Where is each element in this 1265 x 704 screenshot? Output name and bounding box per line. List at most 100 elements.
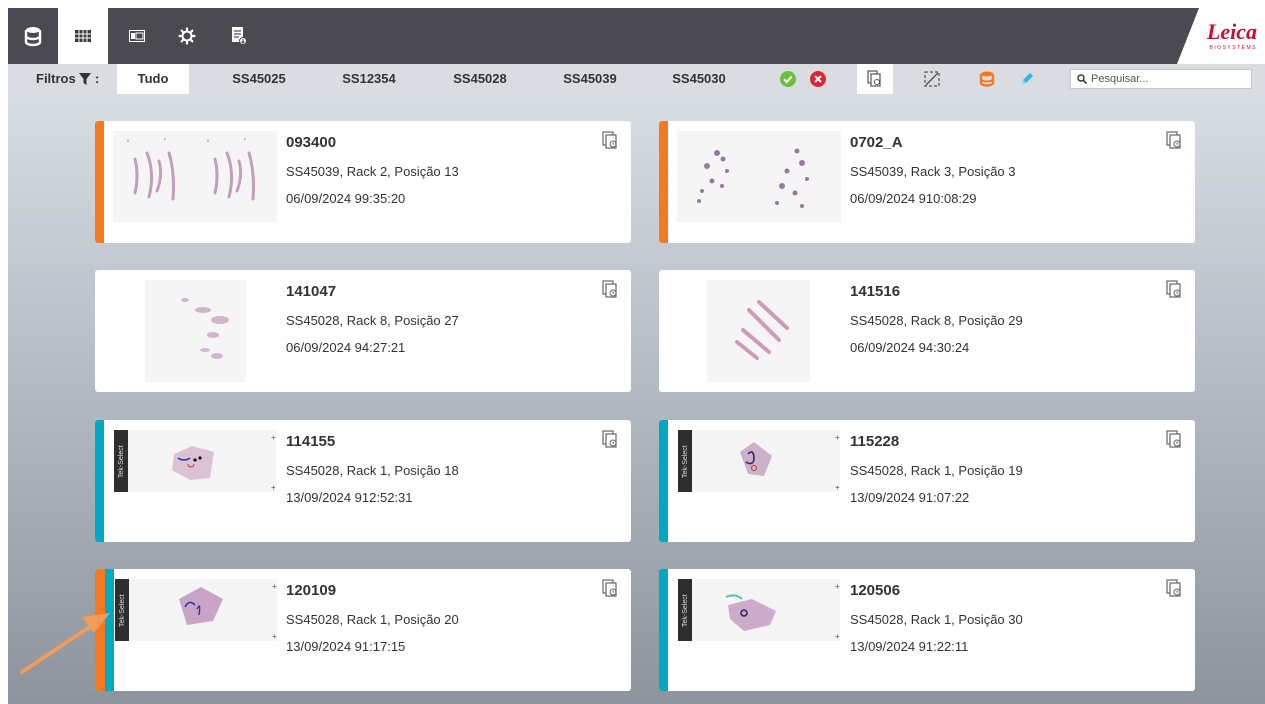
slide-thumbnail[interactable]: Tek-Select + + — [678, 579, 840, 641]
slide-timestamp: 06/09/2024 94:30:24 — [850, 340, 970, 355]
top-toolbar: Leica BIOSYSTEMS — [8, 8, 1265, 64]
slide-location: SS45028, Rack 8, Posição 29 — [850, 313, 1023, 328]
slide-name: 114155 — [286, 433, 336, 450]
slide-name: 120109 — [286, 582, 337, 599]
slide-label-text: Tek-Select — [118, 445, 125, 478]
slide-location: SS45039, Rack 3, Posição 3 — [850, 164, 1016, 179]
filter-tab-ss45025[interactable]: SS45025 — [224, 64, 294, 94]
slide-card[interactable]: Tek-Select + + 115228 SS45028, Rack 1, Po… — [659, 420, 1195, 542]
slide-thumbnail[interactable] — [113, 131, 277, 222]
svg-text:+: + — [272, 632, 277, 641]
filter-tab-ss12354[interactable]: SS12354 — [334, 64, 404, 94]
svg-text:+: + — [835, 433, 840, 442]
filter-tab-ss45030[interactable]: SS45030 — [664, 64, 734, 94]
slide-location: SS45028, Rack 8, Posição 27 — [286, 313, 459, 328]
filter-separator: : — [94, 71, 100, 86]
slide-name: 0702_A — [850, 134, 903, 151]
slide-label-text: Tek-Select — [119, 594, 126, 627]
filter-tab-label: SS12354 — [342, 71, 396, 86]
slide-thumbnail[interactable] — [145, 280, 246, 382]
svg-text:+: + — [271, 483, 276, 492]
filter-tab-label: SS45025 — [232, 71, 286, 86]
copy-status-icon[interactable] — [857, 64, 893, 94]
slide-timestamp: 06/09/2024 94:27:21 — [286, 340, 406, 355]
leica-biosystems-logo: Leica BIOSYSTEMS — [1177, 8, 1265, 64]
annotation-arrow-icon — [20, 613, 110, 674]
slide-thumbnail[interactable]: Tek-Select + + — [114, 430, 276, 492]
copy-status-icon[interactable] — [602, 579, 622, 599]
copy-status-icon[interactable] — [1166, 131, 1186, 151]
slide-thumbnail[interactable]: Tek-Select + + — [115, 579, 277, 641]
filter-label-text: Filtros — [36, 71, 76, 86]
copy-status-icon[interactable] — [602, 131, 622, 151]
slide-card[interactable]: 0702_A SS45039, Rack 3, Posição 3 06/09/… — [659, 121, 1195, 243]
slide-card[interactable]: Tek-Select + + 120109 SS45028, Rack 1, Po… — [95, 569, 631, 691]
logo-wordmark: Leica — [1206, 18, 1257, 44]
error-icon[interactable] — [808, 69, 828, 89]
slide-location: SS45028, Rack 1, Posição 18 — [286, 463, 459, 478]
no-capture-icon[interactable] — [922, 69, 942, 89]
slide-thumbnail[interactable] — [677, 131, 841, 222]
svg-text:+: + — [835, 632, 840, 641]
copy-status-icon[interactable] — [1166, 430, 1186, 450]
logo-subtitle: BIOSYSTEMS — [1209, 44, 1257, 51]
svg-text:+: + — [835, 483, 840, 492]
search-input[interactable] — [1091, 73, 1251, 85]
slide-name: 141516 — [850, 283, 901, 300]
slide-card[interactable]: 141516 SS45028, Rack 8, Posição 29 06/09… — [659, 270, 1195, 392]
slide-location: SS45028, Rack 1, Posição 30 — [850, 612, 1023, 627]
copy-status-icon[interactable] — [1166, 579, 1186, 599]
slide-thumbnail[interactable]: Tek-Select + + — [678, 430, 840, 492]
copy-status-icon[interactable] — [602, 430, 622, 450]
filter-tab-label: Tudo — [137, 71, 169, 86]
slide-view-icon[interactable] — [112, 8, 162, 64]
slide-location: SS45039, Rack 2, Posição 13 — [286, 164, 459, 179]
filter-tab-all[interactable]: Tudo — [117, 64, 189, 94]
svg-text:+: + — [835, 582, 840, 591]
check-icon[interactable] — [778, 69, 798, 89]
status-stripe — [95, 121, 104, 243]
search-box[interactable] — [1070, 69, 1252, 89]
filter-tab-label: SS45028 — [453, 71, 507, 86]
edit-pen-icon[interactable] — [1017, 69, 1037, 89]
filter-label: Filtros : — [36, 64, 99, 94]
slide-timestamp: 13/09/2024 91:17:15 — [286, 639, 406, 654]
slide-location: SS45028, Rack 1, Posição 20 — [286, 612, 459, 627]
status-stripe — [659, 121, 668, 243]
status-stripe — [659, 569, 668, 691]
svg-text:+: + — [272, 582, 277, 591]
slide-timestamp: 06/09/2024 910:08:29 — [850, 191, 977, 206]
search-icon — [1077, 72, 1088, 87]
slide-name: 093400 — [286, 134, 337, 151]
copy-status-icon[interactable] — [1166, 280, 1186, 300]
slide-name: 120506 — [850, 582, 901, 599]
slide-card[interactable]: 093400 SS45039, Rack 2, Posição 13 06/09… — [95, 121, 631, 243]
status-stripe — [659, 420, 668, 542]
filter-tab-ss45028[interactable]: SS45028 — [445, 64, 515, 94]
slide-card[interactable]: Tek-Select + + 120506 SS45028, Rack 1, Po… — [659, 569, 1195, 691]
slide-card[interactable]: 141047 SS45028, Rack 8, Posição 27 06/09… — [95, 270, 631, 392]
slide-thumbnail[interactable] — [707, 280, 810, 382]
filter-tab-label: SS45030 — [672, 71, 726, 86]
slide-timestamp: 06/09/2024 99:35:20 — [286, 191, 406, 206]
filter-funnel-icon — [79, 66, 92, 96]
slide-timestamp: 13/09/2024 91:22:11 — [850, 639, 969, 654]
specimen-orange-icon[interactable] — [977, 69, 997, 89]
filter-tab-ss45039[interactable]: SS45039 — [555, 64, 625, 94]
copy-status-icon[interactable] — [602, 280, 622, 300]
slide-label-text: Tek-Select — [682, 594, 689, 627]
settings-icon[interactable] — [162, 8, 212, 64]
export-report-icon[interactable] — [214, 8, 264, 64]
slide-card[interactable]: Tek-Select + + 114155 SS45028, Rack 1, Po… — [95, 420, 631, 542]
slide-label-text: Tek-Select — [682, 445, 689, 478]
grid-view-icon[interactable] — [58, 8, 108, 64]
svg-text:+: + — [271, 433, 276, 442]
slide-timestamp: 13/09/2024 91:07:22 — [850, 490, 970, 505]
filter-bar: Filtros : Tudo SS45025 SS12354 SS45028 S… — [8, 64, 1265, 94]
slide-name: 141047 — [286, 283, 337, 300]
specimen-icon[interactable] — [8, 8, 58, 64]
slide-name: 115228 — [850, 433, 900, 450]
slide-location: SS45028, Rack 1, Posição 19 — [850, 463, 1023, 478]
filter-tab-label: SS45039 — [563, 71, 617, 86]
status-stripe — [95, 420, 104, 542]
